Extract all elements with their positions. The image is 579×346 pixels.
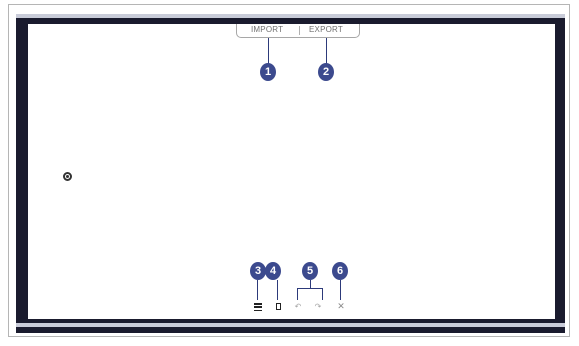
export-button[interactable]: EXPORT: [309, 25, 343, 34]
callout-badge-1: 1: [260, 63, 276, 81]
callout-badge-6: 6: [332, 262, 348, 280]
callout-bracket-5: [297, 288, 323, 289]
menu-icon[interactable]: [253, 303, 263, 311]
settings-icon[interactable]: [63, 172, 72, 181]
callout-line-5: [310, 280, 311, 288]
close-icon[interactable]: ✕: [336, 301, 346, 311]
callout-badge-4: 4: [265, 262, 281, 280]
callout-badge-2: 2: [318, 63, 334, 81]
menu-icon-bar: [254, 309, 262, 311]
redo-icon[interactable]: ↷: [313, 301, 323, 311]
tab-divider: [299, 26, 300, 35]
callout-badge-3: 3: [250, 262, 266, 280]
menu-icon-bar: [254, 303, 262, 305]
undo-icon[interactable]: ↶: [293, 301, 303, 311]
callout-line-6: [340, 280, 341, 300]
page-icon-shape: [275, 302, 281, 310]
callout-line-1: [268, 38, 269, 64]
bezel-top-edge: [16, 14, 565, 18]
drawing-canvas[interactable]: [28, 24, 555, 319]
callout-line-3: [257, 280, 258, 300]
import-button[interactable]: IMPORT: [251, 25, 283, 34]
menu-icon-bar: [254, 306, 262, 308]
callout-badge-5: 5: [302, 262, 318, 280]
page-icon[interactable]: [273, 301, 283, 311]
bezel-bottom-edge: [16, 323, 565, 327]
callout-line-2: [326, 38, 327, 64]
callout-bracket-5-left: [297, 288, 298, 300]
import-export-tab: IMPORT EXPORT: [236, 24, 360, 38]
callout-bracket-5-right: [322, 288, 323, 300]
callout-line-4: [277, 280, 278, 300]
